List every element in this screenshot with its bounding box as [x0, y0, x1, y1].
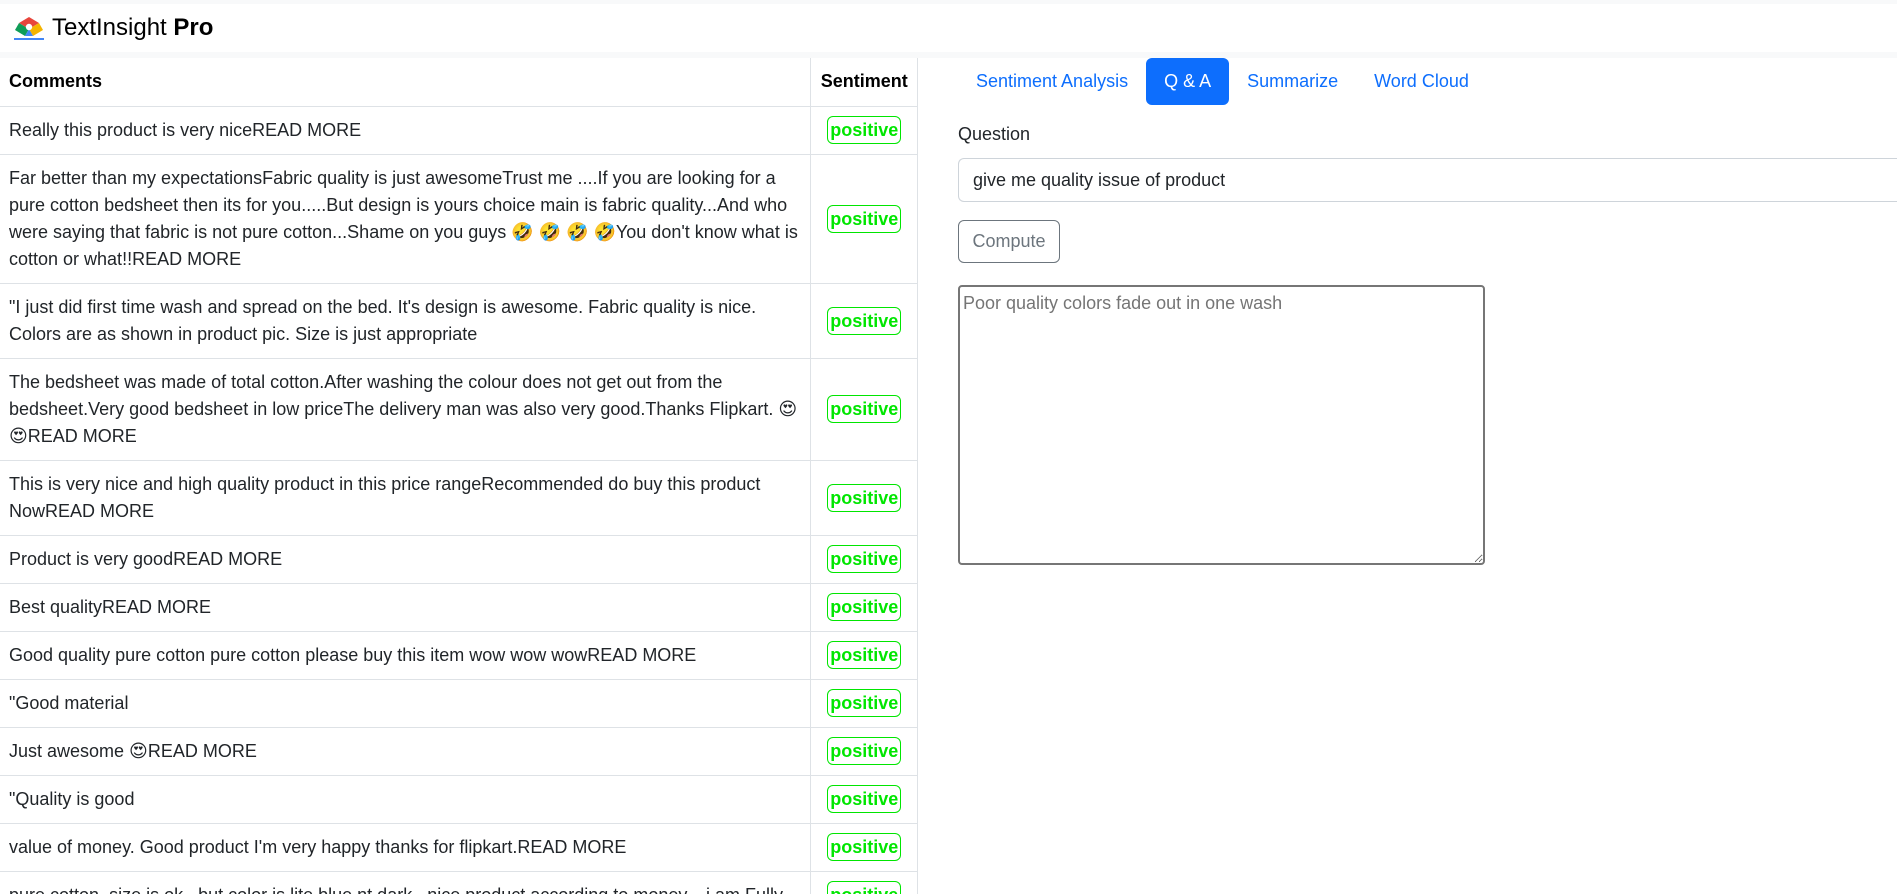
- comment-cell: The bedsheet was made of total cotton.Af…: [0, 358, 810, 461]
- comment-cell: Really this product is very niceREAD MOR…: [0, 106, 810, 155]
- sentiment-badge: positive: [827, 483, 902, 512]
- comment-cell: Far better than my expectationsFabric qu…: [0, 154, 810, 284]
- sentiment-badge: positive: [827, 641, 902, 669]
- comments-table-panel: Comments Sentiment Really this product i…: [0, 58, 918, 894]
- comment-cell: Good quality pure cotton pure cotton ple…: [0, 631, 810, 680]
- sentiment-cell: positive: [809, 583, 917, 632]
- comments-table: Comments Sentiment Really this product i…: [0, 58, 917, 894]
- app-brand[interactable]: TextInsight Pro: [52, 14, 213, 42]
- table-row: "Quality is good positive: [0, 775, 917, 824]
- tab-word-cloud[interactable]: Word Cloud: [1356, 58, 1487, 105]
- table-row: This is very nice and high quality produ…: [0, 460, 917, 536]
- tab-sentiment-analysis[interactable]: Sentiment Analysis: [958, 58, 1146, 105]
- sentiment-cell: positive: [809, 535, 917, 584]
- sentiment-column-header: Sentiment: [809, 58, 917, 107]
- navbar-inner: TextInsight Pro: [0, 4, 1897, 52]
- table-row: "Good material positive: [0, 679, 917, 728]
- tab-summarize[interactable]: Summarize: [1229, 58, 1356, 105]
- table-row: Just awesome 😍READ MORE positive: [0, 727, 917, 776]
- top-navbar: TextInsight Pro: [0, 0, 1897, 58]
- tab-bar: Sentiment Analysis Q & A Summarize Word …: [958, 58, 1487, 105]
- sentiment-badge: positive: [827, 737, 902, 765]
- sentiment-badge: positive: [827, 204, 902, 233]
- sentiment-badge: positive: [827, 593, 902, 621]
- sentiment-badge: positive: [827, 545, 902, 573]
- sentiment-badge: positive: [827, 833, 902, 861]
- compute-button[interactable]: Compute: [958, 220, 1060, 263]
- question-label: Question: [958, 124, 1031, 144]
- brand-suffix: Pro: [173, 14, 214, 41]
- sentiment-cell: positive: [809, 460, 917, 536]
- sentiment-badge: positive: [827, 881, 902, 894]
- sentiment-cell: positive: [809, 823, 917, 872]
- analysis-panel: Sentiment Analysis Q & A Summarize Word …: [958, 58, 1897, 894]
- comment-cell: Product is very goodREAD MORE: [0, 535, 810, 584]
- sentiment-cell: positive: [809, 631, 917, 680]
- answer-textarea[interactable]: [958, 285, 1485, 565]
- sentiment-cell: positive: [809, 106, 917, 155]
- comment-cell: "Quality is good: [0, 775, 810, 824]
- table-row: Product is very goodREAD MORE positive: [0, 535, 917, 584]
- sentiment-badge: positive: [827, 116, 902, 144]
- sentiment-cell: positive: [809, 358, 917, 461]
- tab-qa[interactable]: Q & A: [1146, 58, 1230, 105]
- sentiment-badge: positive: [827, 306, 902, 335]
- table-row: Good quality pure cotton pure cotton ple…: [0, 631, 917, 680]
- sentiment-cell: positive: [809, 871, 917, 894]
- sentiment-badge: positive: [827, 785, 902, 813]
- sentiment-cell: positive: [809, 775, 917, 824]
- comment-cell: This is very nice and high quality produ…: [0, 460, 810, 536]
- sentiment-cell: positive: [809, 727, 917, 776]
- table-row: Really this product is very niceREAD MOR…: [0, 106, 917, 155]
- table-row: value of money. Good product I'm very ha…: [0, 823, 917, 872]
- table-row: Far better than my expectationsFabric qu…: [0, 154, 917, 284]
- table-row: "I just did first time wash and spread o…: [0, 283, 917, 359]
- comment-cell: Just awesome 😍READ MORE: [0, 727, 810, 776]
- comments-column-header: Comments: [0, 58, 810, 107]
- comment-cell: value of money. Good product I'm very ha…: [0, 823, 810, 872]
- comment-cell: "Good material: [0, 679, 810, 728]
- question-input[interactable]: [958, 158, 1897, 202]
- rotating-color-logo-icon[interactable]: [12, 14, 46, 42]
- sentiment-cell: positive: [809, 283, 917, 359]
- comment-cell: pure cotton .size is ok ..but color is l…: [0, 871, 810, 894]
- table-row: Best qualityREAD MORE positive: [0, 583, 917, 632]
- comment-cell: Best qualityREAD MORE: [0, 583, 810, 632]
- sentiment-cell: positive: [809, 154, 917, 284]
- table-row: The bedsheet was made of total cotton.Af…: [0, 358, 917, 461]
- sentiment-cell: positive: [809, 679, 917, 728]
- brand-name: TextInsight: [52, 14, 167, 41]
- table-header-row: Comments Sentiment: [0, 58, 917, 107]
- table-row: pure cotton .size is ok ..but color is l…: [0, 871, 917, 894]
- comment-cell: "I just did first time wash and spread o…: [0, 283, 810, 359]
- sentiment-badge: positive: [827, 689, 902, 717]
- sentiment-badge: positive: [827, 395, 902, 423]
